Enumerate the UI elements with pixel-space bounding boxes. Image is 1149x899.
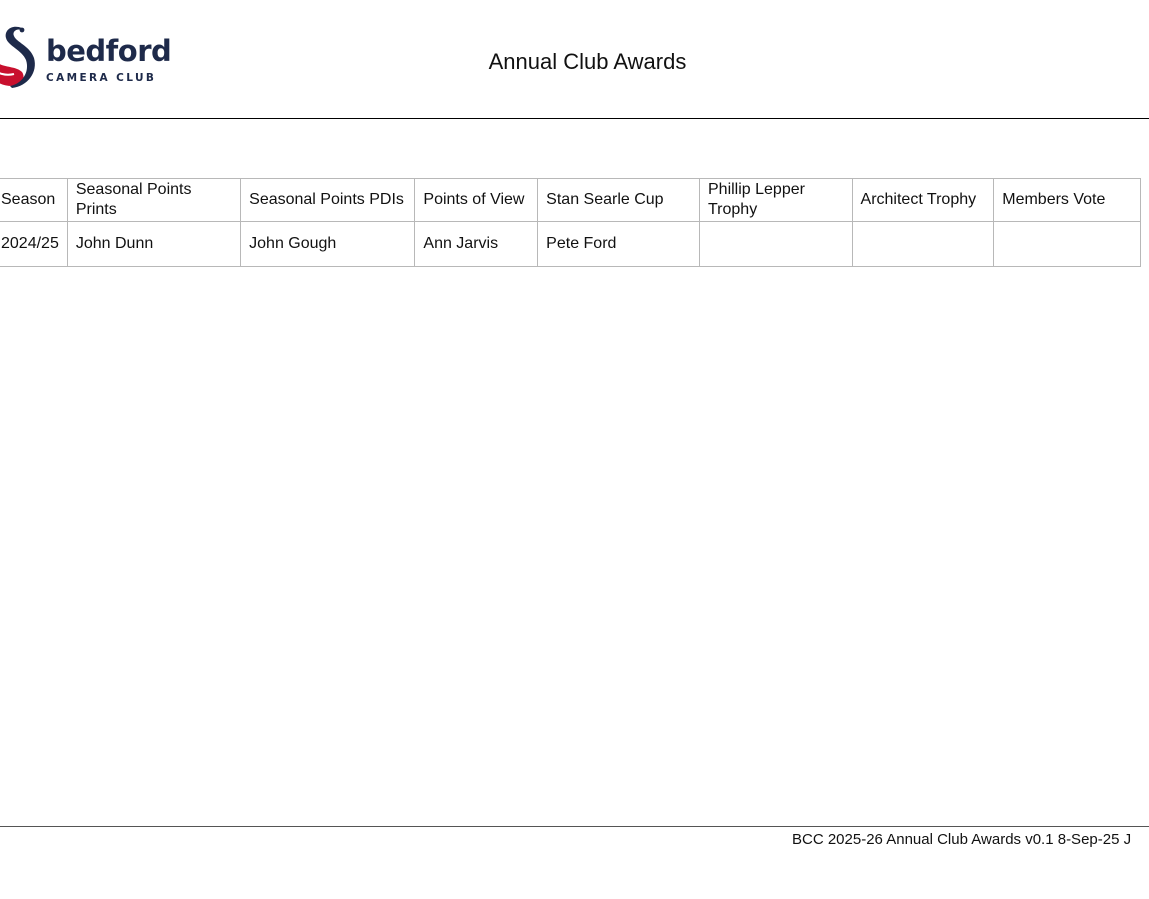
header-divider bbox=[0, 118, 1149, 119]
column-header-architect-trophy: Architect Trophy bbox=[851, 178, 995, 222]
footer-divider bbox=[0, 826, 1149, 827]
column-header-seasonal-points-prints: Seasonal Points Prints bbox=[66, 178, 242, 222]
cell-phillip-lepper-trophy bbox=[699, 221, 853, 267]
column-header-seasonal-points-pdis: Seasonal Points PDIs bbox=[240, 178, 416, 222]
cell-season: 2024/25 bbox=[0, 221, 68, 267]
cell-members-vote bbox=[993, 221, 1141, 267]
cell-points-of-view: Ann Jarvis bbox=[414, 221, 539, 267]
column-header-stan-searle-cup: Stan Searle Cup bbox=[537, 178, 700, 222]
column-header-phillip-lepper-trophy: Phillip Lepper Trophy bbox=[699, 178, 853, 222]
cell-architect-trophy bbox=[851, 221, 995, 267]
cell-stan-searle-cup: Pete Ford bbox=[537, 221, 700, 267]
table-row: 2024/25 John Dunn John Gough Ann Jarvis … bbox=[0, 221, 1141, 267]
column-header-points-of-view: Points of View bbox=[414, 178, 539, 222]
cell-seasonal-points-pdis: John Gough bbox=[240, 221, 416, 267]
column-header-season: Season bbox=[0, 178, 68, 222]
awards-table: Season Seasonal Points Prints Seasonal P… bbox=[0, 178, 1141, 267]
footer-document-info: BCC 2025-26 Annual Club Awards v0.1 8-Se… bbox=[792, 831, 1132, 848]
page-title: Annual Club Awards bbox=[488, 49, 687, 74]
column-header-members-vote: Members Vote bbox=[993, 178, 1141, 222]
cell-seasonal-points-prints: John Dunn bbox=[66, 221, 242, 267]
table-header-row: Season Seasonal Points Prints Seasonal P… bbox=[0, 178, 1141, 222]
